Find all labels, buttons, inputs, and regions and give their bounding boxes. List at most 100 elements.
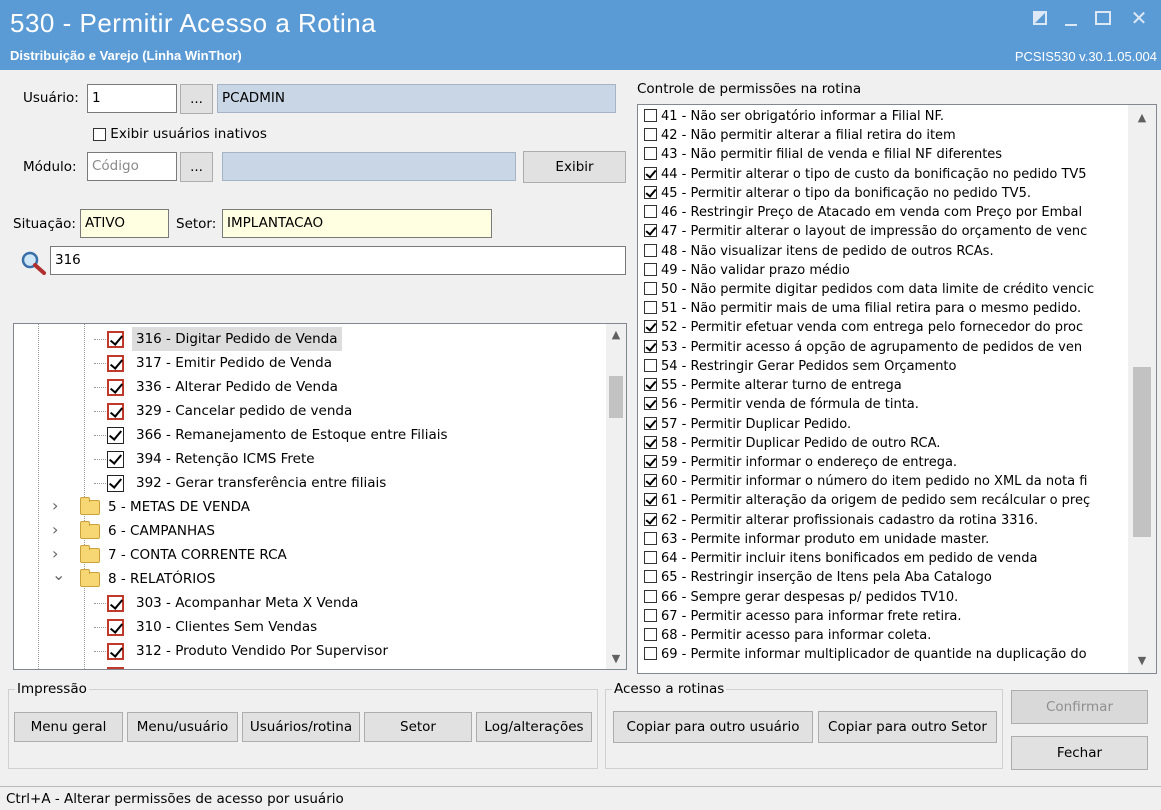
permission-item[interactable]: 51 - Não permitir mais de uma filial ret… [644,299,1126,318]
permission-checkbox[interactable] [644,205,657,219]
scroll-down-icon[interactable]: ▼ [606,652,626,665]
menu-usuario-button[interactable]: Menu/usuário [127,712,238,742]
permission-item[interactable]: 46 - Restringir Preço de Atacado em vend… [644,203,1126,222]
tree-leaf-item[interactable]: 310 - Clientes Sem Vendas [14,615,604,639]
routine-tree[interactable]: 316 - Digitar Pedido de Venda 317 - Emiti… [13,323,627,670]
tree-leaf-item[interactable]: 366 - Remanejamento de Estoque entre Fil… [14,423,604,447]
permission-checkbox[interactable] [644,647,657,661]
usuario-browse-button[interactable]: ... [180,84,213,114]
permission-checkbox[interactable] [644,358,657,372]
permission-item[interactable]: 63 - Permite informar produto em unidade… [644,530,1126,549]
permission-checkbox[interactable] [644,570,657,584]
permission-item[interactable]: 54 - Restringir Gerar Pedidos sem Orçame… [644,357,1126,376]
tree-leaf-item[interactable]: 317 - Emitir Pedido de Venda [14,351,604,375]
permission-item[interactable]: 45 - Permitir alterar o tipo da bonifica… [644,184,1126,203]
tree-folder-item[interactable]: › 6 - CAMPANHAS [14,519,604,543]
permission-item[interactable]: 59 - Permitir informar o endereço de ent… [644,453,1126,472]
tree-scroll-thumb[interactable] [609,376,623,418]
permission-item[interactable]: 57 - Permitir Duplicar Pedido. [644,415,1126,434]
tree-item-checkbox[interactable] [107,595,124,612]
permission-checkbox[interactable] [644,435,657,449]
perm-scroll-up-icon[interactable]: ▲ [1128,111,1156,124]
close-icon[interactable]: ✕ [1129,8,1149,28]
permission-item[interactable]: 52 - Permitir efetuar venda com entrega … [644,318,1126,337]
tree-item-checkbox[interactable] [107,355,124,372]
permission-checkbox[interactable] [644,512,657,526]
copiar-usuario-button[interactable]: Copiar para outro usuário [613,711,813,743]
inativos-checkbox-row[interactable]: Exibir usuários inativos [93,126,267,142]
tree-folder-item[interactable]: › 7 - CONTA CORRENTE RCA [14,543,604,567]
maximize-icon[interactable] [1095,11,1111,25]
permissions-list[interactable]: 41 - Não ser obrigatório informar a Fili… [637,104,1157,674]
permission-checkbox[interactable] [644,627,657,641]
permission-checkbox[interactable] [644,493,657,507]
permission-item[interactable]: 48 - Não visualizar itens de pedido de o… [644,242,1126,261]
tree-folder-item[interactable]: › 5 - METAS DE VENDA [14,495,604,519]
modulo-browse-button[interactable]: ... [180,152,213,182]
permission-checkbox[interactable] [644,608,657,622]
permission-checkbox[interactable] [644,416,657,430]
chevron-right-icon[interactable]: › [52,518,64,542]
permission-item[interactable]: 60 - Permitir informar o número do item … [644,472,1126,491]
inativos-checkbox[interactable] [93,127,106,141]
permission-item[interactable]: 44 - Permitir alterar o tipo de custo da… [644,165,1126,184]
permission-checkbox[interactable] [644,147,657,161]
permission-checkbox[interactable] [644,474,657,488]
tree-leaf-item[interactable]: 329 - Cancelar pedido de venda [14,399,604,423]
exibir-button[interactable]: Exibir [523,151,626,183]
tree-item-checkbox[interactable] [107,427,124,444]
tree-item-checkbox[interactable] [107,667,124,669]
permission-item[interactable]: 64 - Permitir incluir itens bonificados … [644,549,1126,568]
permission-item[interactable]: 41 - Não ser obrigatório informar a Fili… [644,107,1126,126]
chevron-right-icon[interactable]: › [52,494,64,518]
permission-checkbox[interactable] [644,185,657,199]
usuarios-rotina-button[interactable]: Usuários/rotina [242,712,360,742]
permission-checkbox[interactable] [644,224,657,238]
usuario-code-input[interactable]: 1 [87,84,177,113]
permission-item[interactable]: 55 - Permite alterar turno de entrega [644,376,1126,395]
tree-scrollbar[interactable]: ▲ ▼ [606,324,626,669]
tree-item-checkbox[interactable] [107,331,124,348]
tree-item-checkbox[interactable] [107,643,124,660]
tree-leaf-item[interactable]: 313 - Clientes por RCA [14,663,604,669]
permission-checkbox[interactable] [644,128,657,142]
permission-item[interactable]: 62 - Permitir alterar profissionais cada… [644,511,1126,530]
perm-scroll-down-icon[interactable]: ▼ [1128,654,1156,667]
tree-leaf-item[interactable]: 303 - Acompanhar Meta X Venda [14,591,604,615]
minimize-icon[interactable] [1065,14,1077,26]
permission-checkbox[interactable] [644,531,657,545]
tree-leaf-item[interactable]: 394 - Retenção ICMS Frete [14,447,604,471]
perm-scroll-thumb[interactable] [1133,367,1151,537]
permission-item[interactable]: 42 - Não permitir alterar a filial retir… [644,126,1126,145]
permission-checkbox[interactable] [644,281,657,295]
confirmar-button[interactable]: Confirmar [1011,690,1148,724]
permission-checkbox[interactable] [644,109,657,122]
menu-geral-button[interactable]: Menu geral [14,712,123,742]
permission-checkbox[interactable] [644,243,657,257]
tree-leaf-item[interactable]: 392 - Gerar transferência entre filiais [14,471,604,495]
permission-item[interactable]: 68 - Permitir acesso para informar colet… [644,626,1126,645]
permission-item[interactable]: 61 - Permitir alteração da origem de ped… [644,491,1126,510]
tree-item-checkbox[interactable] [107,379,124,396]
permission-item[interactable]: 56 - Permitir venda de fórmula de tinta. [644,395,1126,414]
tree-leaf-item[interactable]: 312 - Produto Vendido Por Supervisor [14,639,604,663]
permission-item[interactable]: 47 - Permitir alterar o layout de impres… [644,222,1126,241]
tree-folder-item[interactable]: ⌄ 8 - RELATÓRIOS [14,565,604,591]
permission-item[interactable]: 53 - Permitir acesso á opção de agrupame… [644,338,1126,357]
tree-item-checkbox[interactable] [107,451,124,468]
search-input[interactable]: 316 [50,246,626,275]
permission-checkbox[interactable] [644,589,657,603]
tree-leaf-item[interactable]: 316 - Digitar Pedido de Venda [14,327,604,351]
permission-item[interactable]: 66 - Sempre gerar despesas p/ pedidos TV… [644,588,1126,607]
tree-leaf-item[interactable]: 336 - Alterar Pedido de Venda [14,375,604,399]
permission-item[interactable]: 69 - Permite informar multiplicador de q… [644,645,1126,664]
restore-icon[interactable] [1033,11,1047,25]
permission-checkbox[interactable] [644,378,657,392]
permission-checkbox[interactable] [644,551,657,565]
permission-checkbox[interactable] [644,320,657,334]
copiar-setor-button[interactable]: Copiar para outro Setor [818,711,997,743]
permission-item[interactable]: 50 - Não permite digitar pedidos com dat… [644,280,1126,299]
permission-checkbox[interactable] [644,397,657,411]
log-alteracoes-button[interactable]: Log/alterações [476,712,592,742]
permission-item[interactable]: 49 - Não validar prazo médio [644,261,1126,280]
